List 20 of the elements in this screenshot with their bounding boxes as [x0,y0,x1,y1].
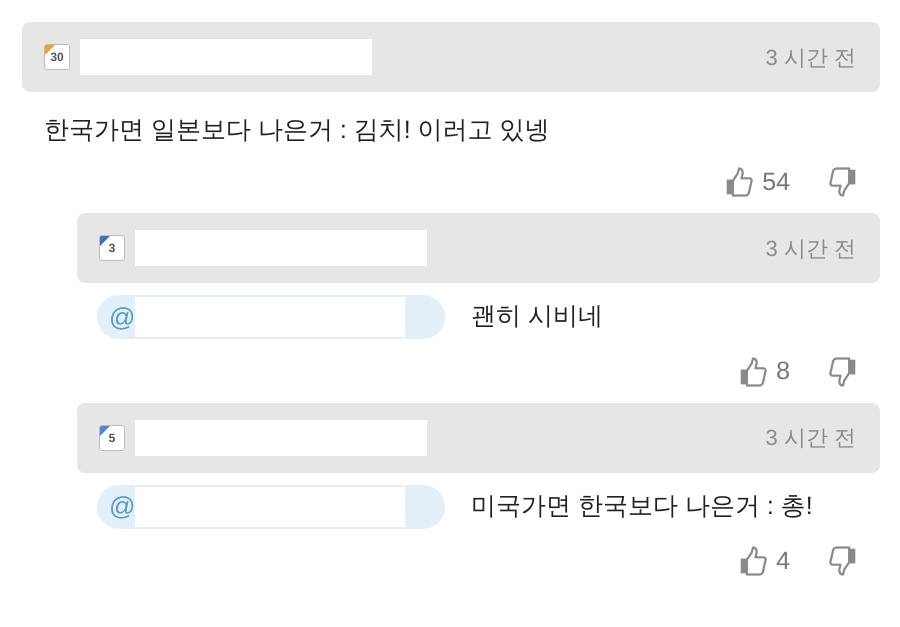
timestamp: 3 시간 전 [766,424,856,452]
thumbs-up-icon[interactable] [724,166,754,198]
like-count: 8 [776,356,790,387]
mention-chip[interactable]: @ [97,295,445,339]
thumbs-up-icon[interactable] [738,545,768,578]
thumbs-up-icon[interactable] [738,356,768,388]
comment-text: 한국가면 일본보다 나은거 : 김치! 이러고 있넹 [44,115,551,146]
level-number: 30 [50,51,64,63]
mention-chip[interactable]: @ [97,484,445,528]
level-number: 3 [108,242,116,254]
thumbs-down-icon[interactable] [828,166,858,198]
timestamp: 3 시간 전 [766,44,856,72]
timestamp: 3 시간 전 [766,234,856,262]
like-count: 4 [776,546,790,576]
reply-text: 괜히 시비네 [471,301,603,332]
reply-text: 미국가면 한국보다 나은거 : 총! [471,490,813,522]
like-count: 54 [762,166,790,198]
level-number: 5 [108,432,116,444]
thumbs-down-icon[interactable] [828,545,858,578]
thumbs-down-icon[interactable] [828,356,858,388]
